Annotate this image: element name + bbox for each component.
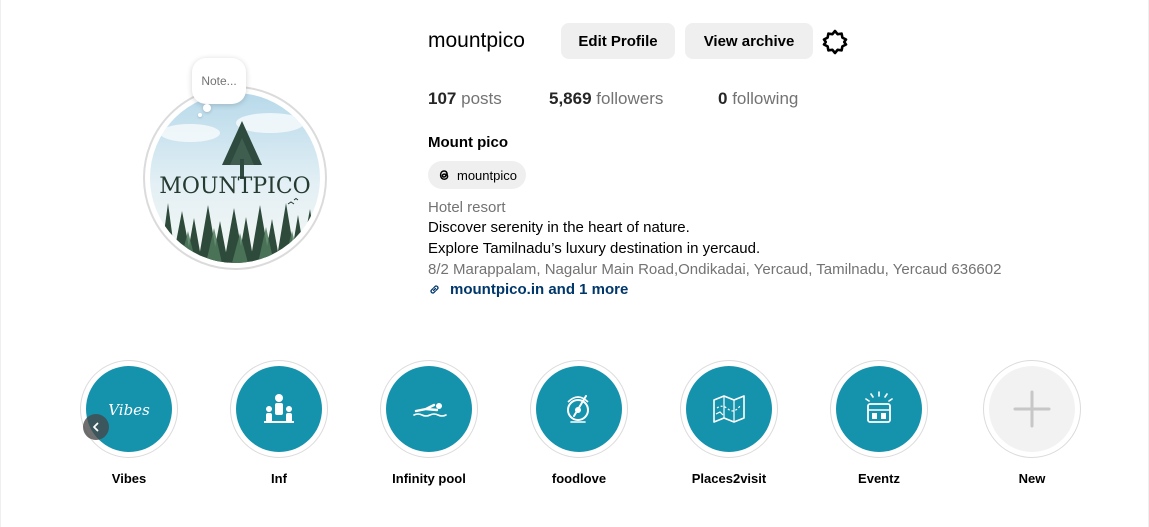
logo-wordmark: MOUNTPICO xyxy=(159,174,310,199)
highlight-ring xyxy=(230,360,328,458)
link-icon xyxy=(430,285,439,294)
following-stat[interactable]: 0 following xyxy=(718,89,798,109)
highlight-label: Infinity pool xyxy=(392,471,466,486)
highlight-places2visit[interactable]: Places2visit xyxy=(679,360,779,486)
highlight-infinity-pool[interactable]: Infinity pool xyxy=(379,360,479,486)
website-link-text: mountpico.in and 1 more xyxy=(450,281,629,298)
profile-avatar[interactable]: MOUNTPICO xyxy=(143,86,327,270)
highlight-label: New xyxy=(1018,471,1046,486)
highlight-ring xyxy=(530,360,628,458)
chevron-left-icon xyxy=(93,422,99,432)
bio-line-1: Discover serenity in the heart of nature… xyxy=(428,219,690,236)
highlight-eventz[interactable]: Eventz xyxy=(829,360,929,486)
celebration-icon xyxy=(836,366,922,452)
left-border xyxy=(0,0,1,527)
highlight-label: Vibes xyxy=(111,471,147,486)
threads-handle: mountpico xyxy=(457,167,517,183)
highlight-ring xyxy=(830,360,928,458)
posts-label: posts xyxy=(461,89,502,108)
view-archive-button[interactable]: View archive xyxy=(685,23,813,59)
username: mountpico xyxy=(428,29,525,52)
highlight-ring: Vibes xyxy=(80,360,178,458)
address[interactable]: 8/2 Marappalam, Nagalur Main Road,Ondika… xyxy=(428,261,1001,278)
edit-profile-button[interactable]: Edit Profile xyxy=(561,23,675,59)
highlight-new[interactable]: New xyxy=(982,360,1082,486)
posts-stat[interactable]: 107 posts xyxy=(428,89,549,109)
avatar-image: MOUNTPICO xyxy=(150,93,320,263)
highlight-ring xyxy=(680,360,778,458)
followers-count: 5,869 xyxy=(549,89,592,108)
threads-icon xyxy=(439,170,449,180)
profile-category: Hotel resort xyxy=(428,199,506,216)
highlight-foodlove[interactable]: foodlove xyxy=(529,360,629,486)
people-info-icon xyxy=(236,366,322,452)
note-bubble[interactable]: Note... xyxy=(192,58,246,104)
posts-count: 107 xyxy=(428,89,457,108)
followers-label: followers xyxy=(596,89,664,108)
swimmer-icon xyxy=(386,366,472,452)
threads-badge[interactable]: mountpico xyxy=(428,161,526,189)
settings-gear-icon[interactable] xyxy=(821,28,849,56)
followers-stat[interactable]: 5,869 followers xyxy=(549,89,718,109)
map-icon xyxy=(686,366,772,452)
highlight-label: Eventz xyxy=(858,471,900,486)
highlight-ring xyxy=(380,360,478,458)
full-name: Mount pico xyxy=(428,134,508,151)
highlight-ring xyxy=(983,360,1081,458)
following-label: following xyxy=(732,89,799,108)
highlight-label: Places2visit xyxy=(691,471,767,486)
profile-stats: 107 posts 5,869 followers 0 following xyxy=(428,89,798,109)
highlight-label: Inf xyxy=(271,471,287,486)
bio-line-2: Explore Tamilnadu’s luxury destination i… xyxy=(428,240,761,257)
note-bubble-tail xyxy=(203,104,211,112)
highlight-label: foodlove xyxy=(551,471,607,486)
note-bubble-tail-small xyxy=(198,113,202,117)
carousel-prev-button[interactable] xyxy=(83,414,109,440)
plus-icon xyxy=(989,366,1075,452)
food-icon xyxy=(536,366,622,452)
website-link[interactable]: mountpico.in and 1 more xyxy=(428,281,628,298)
following-count: 0 xyxy=(718,89,728,108)
svg-text:Vibes: Vibes xyxy=(108,401,150,419)
highlight-inf[interactable]: Inf xyxy=(229,360,329,486)
